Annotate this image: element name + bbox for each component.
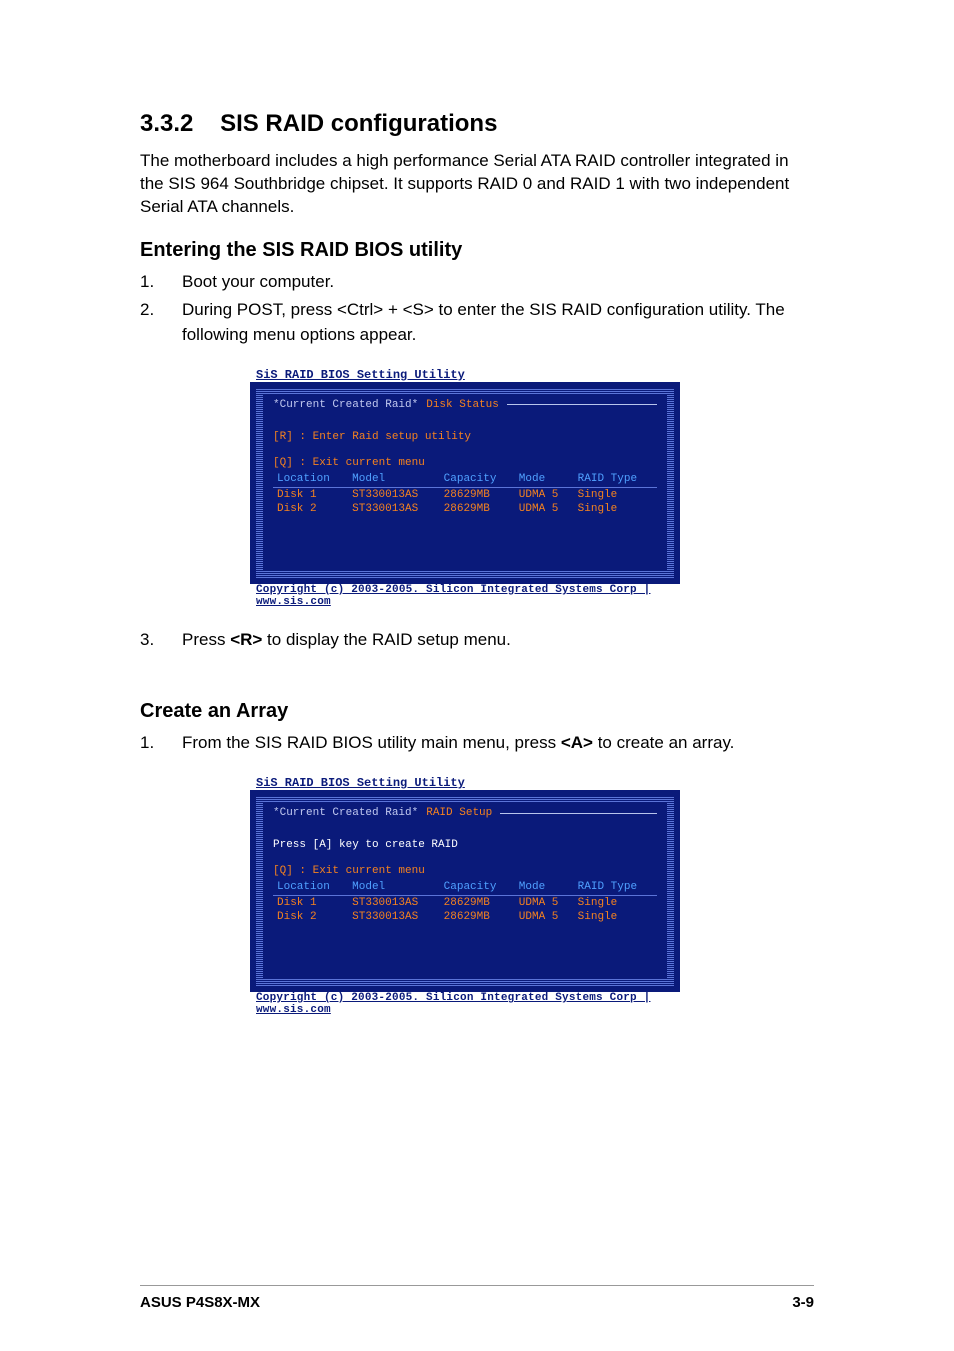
step-item: 2. During POST, press <Ctrl> + <S> to en… <box>140 298 814 347</box>
steps-list-2: 1. From the SIS RAID BIOS utility main m… <box>140 731 814 756</box>
section-number: 3.3.2 <box>140 110 193 137</box>
cell-location: Disk 2 <box>273 910 348 924</box>
bios-screenshot-1: SiS RAID BIOS Setting Utility *Current C… <box>250 368 680 608</box>
key-literal: <R> <box>230 630 262 649</box>
cell-location: Disk 1 <box>273 487 348 502</box>
bios-screenshot-2: SiS RAID BIOS Setting Utility *Current C… <box>250 776 680 1016</box>
step-text: Press <R> to display the RAID setup menu… <box>182 628 814 653</box>
cell-model: ST330013AS <box>348 502 439 516</box>
step-item: 1. From the SIS RAID BIOS utility main m… <box>140 731 814 756</box>
bios-window: *Current Created Raid* RAID Setup Press … <box>250 790 680 992</box>
bios-divider <box>500 813 657 814</box>
col-mode: Mode <box>515 471 574 488</box>
table-row: Disk 2 ST330013AS 28629MB UDMA 5 Single <box>273 910 657 924</box>
cell-raid: Single <box>574 910 657 924</box>
col-mode: Mode <box>515 879 574 896</box>
col-location: Location <box>273 879 348 896</box>
cell-mode: UDMA 5 <box>515 502 574 516</box>
bios-header-label: *Current Created Raid* <box>273 807 418 819</box>
bios-app-title: SiS RAID BIOS Setting Utility <box>250 776 680 790</box>
step-number: 3. <box>140 628 182 653</box>
bios-hint: [Q] : Exit current menu <box>273 865 657 877</box>
footer-right: 3-9 <box>792 1294 814 1311</box>
page-footer: ASUS P4S8X-MX 3-9 <box>140 1285 814 1311</box>
step-text: Boot your computer. <box>182 270 814 295</box>
bios-hint: [Q] : Exit current menu <box>273 457 657 469</box>
cell-mode: UDMA 5 <box>515 487 574 502</box>
cell-model: ST330013AS <box>348 896 439 911</box>
cell-capacity: 28629MB <box>440 910 515 924</box>
cell-raid: Single <box>574 896 657 911</box>
step-item: 3. Press <R> to display the RAID setup m… <box>140 628 814 653</box>
bios-copyright: Copyright (c) 2003-2005. Silicon Integra… <box>250 992 680 1016</box>
subsection-entering: Entering the SIS RAID BIOS utility <box>140 239 814 262</box>
step-text: During POST, press <Ctrl> + <S> to enter… <box>182 298 814 347</box>
cell-model: ST330013AS <box>348 910 439 924</box>
subsection-create-array: Create an Array <box>140 700 814 723</box>
key-literal: <A> <box>561 733 593 752</box>
cell-raid: Single <box>574 502 657 516</box>
bios-hint: Press [A] key to create RAID <box>273 839 657 851</box>
bios-hint: [R] : Enter Raid setup utility <box>273 431 657 443</box>
cell-capacity: 28629MB <box>440 502 515 516</box>
bios-tab-label: Disk Status <box>426 399 499 411</box>
cell-mode: UDMA 5 <box>515 896 574 911</box>
cell-mode: UDMA 5 <box>515 910 574 924</box>
step-item: 1. Boot your computer. <box>140 270 814 295</box>
table-row: Disk 1 ST330013AS 28629MB UDMA 5 Single <box>273 896 657 911</box>
bios-disk-table: Location Model Capacity Mode RAID Type D… <box>273 471 657 516</box>
step-number: 1. <box>140 270 182 295</box>
steps-list-1: 1. Boot your computer. 2. During POST, p… <box>140 270 814 348</box>
step-text: From the SIS RAID BIOS utility main menu… <box>182 731 814 756</box>
cell-location: Disk 1 <box>273 896 348 911</box>
bios-copyright: Copyright (c) 2003-2005. Silicon Integra… <box>250 584 680 608</box>
steps-list-1b: 3. Press <R> to display the RAID setup m… <box>140 628 814 653</box>
cell-raid: Single <box>574 487 657 502</box>
table-row: Disk 2 ST330013AS 28629MB UDMA 5 Single <box>273 502 657 516</box>
table-row: Disk 1 ST330013AS 28629MB UDMA 5 Single <box>273 487 657 502</box>
bios-tab-label: RAID Setup <box>426 807 492 819</box>
col-model: Model <box>348 471 439 488</box>
section-intro: The motherboard includes a high performa… <box>140 150 814 219</box>
cell-capacity: 28629MB <box>440 896 515 911</box>
cell-location: Disk 2 <box>273 502 348 516</box>
col-raid-type: RAID Type <box>574 471 657 488</box>
col-model: Model <box>348 879 439 896</box>
bios-divider <box>507 404 657 405</box>
col-location: Location <box>273 471 348 488</box>
section-heading: SIS RAID configurations <box>220 110 497 137</box>
bios-header-label: *Current Created Raid* <box>273 399 418 411</box>
col-raid-type: RAID Type <box>574 879 657 896</box>
section-title: 3.3.2 SIS RAID configurations <box>140 110 814 138</box>
bios-disk-table: Location Model Capacity Mode RAID Type D… <box>273 879 657 924</box>
step-number: 1. <box>140 731 182 756</box>
bios-app-title: SiS RAID BIOS Setting Utility <box>250 368 680 382</box>
footer-left: ASUS P4S8X-MX <box>140 1294 260 1311</box>
bios-window: *Current Created Raid* Disk Status [R] :… <box>250 382 680 584</box>
cell-model: ST330013AS <box>348 487 439 502</box>
cell-capacity: 28629MB <box>440 487 515 502</box>
col-capacity: Capacity <box>440 471 515 488</box>
col-capacity: Capacity <box>440 879 515 896</box>
step-number: 2. <box>140 298 182 347</box>
